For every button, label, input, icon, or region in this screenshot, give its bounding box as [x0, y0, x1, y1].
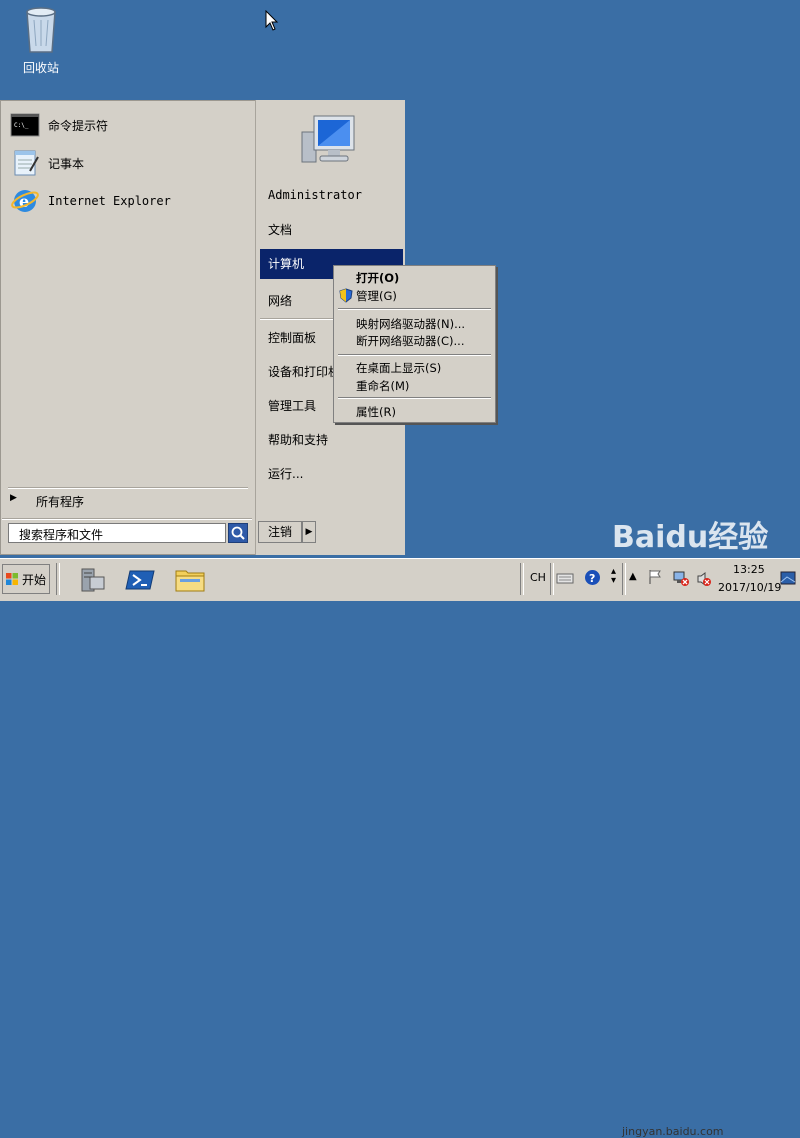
recycle-bin-icon — [26, 7, 56, 53]
separator — [56, 563, 60, 595]
program-label: Internet Explorer — [48, 194, 171, 208]
shutdown-options-button[interactable]: ▶ — [302, 521, 316, 543]
search-placeholder: 搜索程序和文件 — [19, 528, 104, 542]
language-indicator[interactable]: CH — [530, 571, 546, 584]
show-hidden-icons-icon[interactable]: ▲ — [629, 571, 637, 582]
keyboard-icon[interactable] — [556, 569, 574, 585]
ctx-map-drive[interactable]: 映射网络驱动器(N)... — [356, 316, 465, 332]
volume-muted-icon[interactable] — [696, 571, 712, 587]
watermark: Baidu经验 — [612, 520, 769, 555]
menu-item-run[interactable]: 运行... — [268, 465, 303, 482]
program-item-ie[interactable]: e Internet Explorer — [10, 186, 171, 216]
cmd-icon: C:\_ — [10, 113, 40, 137]
user-name[interactable]: Administrator — [268, 188, 362, 202]
show-desktop-icon[interactable] — [780, 571, 796, 585]
menu-item-documents[interactable]: 文档 — [268, 221, 292, 238]
menu-item-admin-tools[interactable]: 管理工具 — [268, 397, 316, 414]
ctx-rename[interactable]: 重命名(M) — [356, 378, 409, 394]
menu-item-control-panel[interactable]: 控制面板 — [268, 329, 316, 346]
separator — [8, 487, 248, 489]
arrow-right-icon: ▶ — [10, 493, 17, 503]
search-icon — [231, 526, 245, 540]
recycle-bin-shortcut[interactable]: 回收站 — [14, 6, 68, 76]
separator — [622, 563, 626, 595]
menu-item-help[interactable]: 帮助和支持 — [268, 431, 328, 448]
separator — [338, 354, 491, 356]
powershell-icon[interactable] — [124, 563, 156, 595]
ctx-disconnect-drive[interactable]: 断开网络驱动器(C)... — [356, 333, 464, 349]
separator — [520, 563, 524, 595]
separator — [2, 518, 252, 520]
logout-button[interactable]: 注销 — [258, 521, 302, 543]
clock-date[interactable]: 2017/10/19 — [718, 581, 781, 594]
program-label: 记事本 — [48, 156, 85, 171]
recycle-bin-label: 回收站 — [22, 61, 59, 75]
start-button[interactable]: 开始 — [2, 564, 50, 594]
separator — [338, 397, 491, 399]
all-programs-button[interactable]: ▶ 所有程序 — [10, 493, 84, 510]
program-label: 命令提示符 — [48, 118, 109, 133]
mouse-cursor-icon — [265, 10, 279, 31]
ctx-show-on-desktop[interactable]: 在桌面上显示(S) — [356, 360, 441, 376]
svg-text:C:\_: C:\_ — [14, 122, 29, 129]
ctx-open[interactable]: 打开(O) — [356, 270, 399, 286]
separator — [338, 308, 491, 310]
start-label: 开始 — [22, 572, 47, 587]
arrow-right-icon: ▶ — [305, 527, 313, 537]
clock-time[interactable]: 13:25 — [733, 563, 765, 576]
windows-logo-icon — [6, 573, 18, 585]
search-button[interactable] — [228, 523, 248, 543]
file-explorer-icon[interactable] — [174, 563, 206, 595]
search-input[interactable]: 搜索程序和文件 — [8, 523, 226, 543]
ctx-properties[interactable]: 属性(R) — [356, 404, 396, 420]
network-error-icon[interactable] — [672, 569, 690, 587]
shield-icon — [339, 288, 353, 303]
ie-icon: e — [11, 190, 39, 212]
all-programs-label: 所有程序 — [36, 495, 85, 509]
options-arrow-icon[interactable]: ▴ ▾ — [611, 567, 616, 586]
flag-icon[interactable] — [648, 569, 662, 585]
ctx-manage[interactable]: 管理(G) — [356, 288, 397, 304]
watermark-url: jingyan.baidu.com — [622, 1125, 724, 1138]
computer-icon — [301, 115, 355, 163]
context-menu: 打开(O) 管理(G) 映射网络驱动器(N)... 断开网络驱动器(C)... … — [333, 265, 496, 423]
program-item-notepad[interactable]: 记事本 — [10, 148, 84, 178]
taskbar: 开始 CH ? ▴ ▾ ▲ 13:25 2017/10/19 jingyan.b… — [0, 558, 800, 1138]
menu-item-network[interactable]: 网络 — [268, 292, 292, 309]
separator — [550, 563, 554, 595]
notepad-icon — [14, 150, 39, 176]
server-manager-icon[interactable] — [76, 563, 108, 595]
program-item-cmd[interactable]: C:\_ 命令提示符 — [10, 110, 108, 140]
help-icon[interactable]: ? — [584, 569, 601, 586]
menu-item-devices-printers[interactable]: 设备和打印机 — [268, 363, 340, 380]
svg-text:?: ? — [589, 572, 595, 585]
